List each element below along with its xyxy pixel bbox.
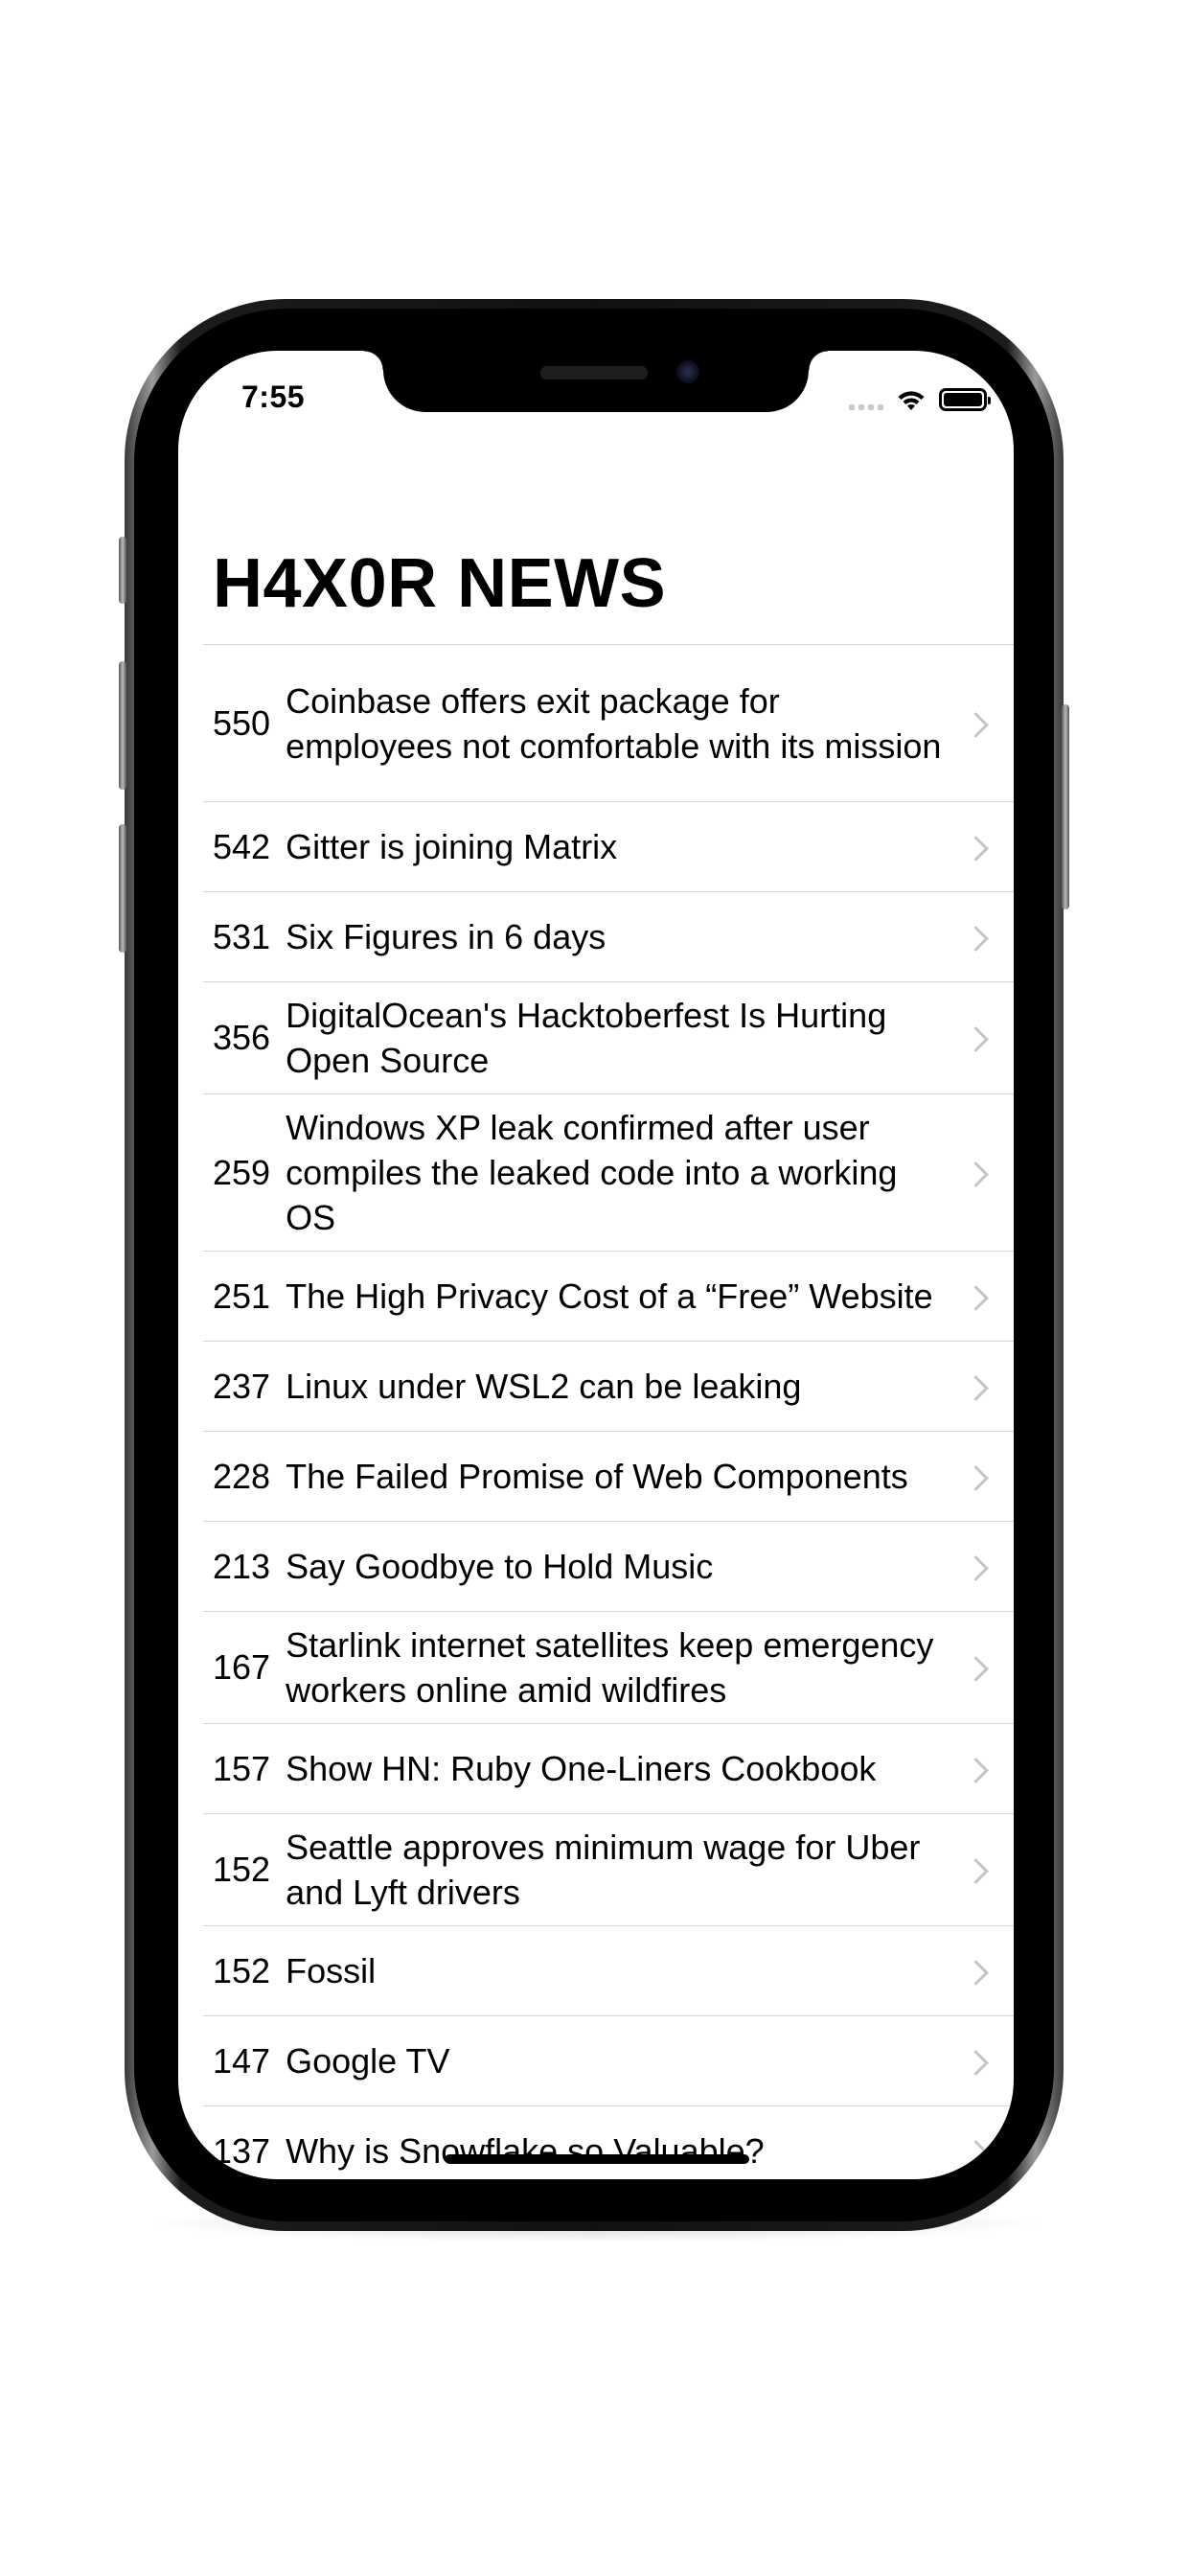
chevron-right-icon: [963, 1464, 989, 1491]
app-screen: 7:55 H4X0R NEWS 550 Coinbase offers exit…: [178, 351, 1014, 2179]
story-score: 356: [213, 1018, 271, 1057]
story-score: 251: [213, 1276, 271, 1316]
story-score: 228: [213, 1456, 271, 1496]
story-score: 167: [213, 1647, 271, 1687]
story-score: 259: [213, 1152, 271, 1192]
chevron-right-icon: [963, 1959, 989, 1986]
chevron-right-icon: [963, 2049, 989, 2076]
list-item[interactable]: 531 Six Figures in 6 days: [203, 891, 1014, 981]
notch: [364, 351, 828, 412]
story-score: 550: [213, 702, 271, 743]
chevron-right-icon: [963, 1026, 989, 1052]
story-score: 147: [213, 2040, 271, 2081]
chevron-right-icon: [963, 925, 989, 952]
story-score: 157: [213, 1748, 271, 1788]
story-title: The High Privacy Cost of a “Free” Websit…: [286, 1276, 933, 1316]
story-title: Google TV: [286, 2041, 450, 2081]
story-title: Linux under WSL2 can be leaking: [286, 1367, 802, 1406]
story-score: 542: [213, 826, 271, 866]
battery-icon: [939, 388, 991, 411]
story-title: DigitalOcean's Hacktoberfest Is Hurting …: [286, 996, 887, 1080]
chevron-right-icon: [963, 711, 989, 738]
list-item[interactable]: 213 Say Goodbye to Hold Music: [203, 1521, 1014, 1611]
story-title: Gitter is joining Matrix: [286, 827, 618, 866]
home-indicator[interactable]: [445, 2154, 749, 2164]
list-item[interactable]: 542 Gitter is joining Matrix: [203, 801, 1014, 891]
story-title: Why is Snowflake so Valuable?: [286, 2131, 765, 2171]
story-title: Show HN: Ruby One-Liners Cookbook: [286, 1749, 877, 1788]
list-item[interactable]: 147 Google TV: [203, 2015, 1014, 2105]
story-score: 531: [213, 916, 271, 956]
list-item[interactable]: 356 DigitalOcean's Hacktoberfest Is Hurt…: [203, 981, 1014, 1093]
power-button: [1062, 704, 1069, 909]
front-camera: [676, 360, 699, 383]
chevron-right-icon: [963, 1161, 989, 1187]
mute-switch: [119, 537, 126, 604]
earpiece-speaker: [540, 366, 648, 380]
list-item[interactable]: 228 The Failed Promise of Web Components: [203, 1431, 1014, 1521]
volume-down-button: [119, 824, 126, 953]
list-item[interactable]: 137 Why is Snowflake so Valuable?: [203, 2105, 1014, 2179]
status-icons: [849, 385, 991, 414]
list-item[interactable]: 237 Linux under WSL2 can be leaking: [203, 1341, 1014, 1431]
list-item[interactable]: 152 Seattle approves minimum wage for Ub…: [203, 1813, 1014, 1925]
story-title: Six Figures in 6 days: [286, 917, 606, 956]
story-title: Seattle approves minimum wage for Uber a…: [286, 1828, 921, 1912]
list-item[interactable]: 167 Starlink internet satellites keep em…: [203, 1611, 1014, 1723]
story-title: Coinbase offers exit package for employe…: [286, 680, 942, 766]
wifi-icon: [898, 391, 925, 410]
chevron-right-icon: [963, 1858, 989, 1884]
story-title: Fossil: [286, 1951, 377, 1990]
cellular-signal-icon: [849, 389, 883, 410]
story-score: 213: [213, 1546, 271, 1586]
chevron-right-icon: [963, 2139, 989, 2166]
chevron-right-icon: [963, 1284, 989, 1311]
status-time: 7:55: [241, 380, 306, 414]
story-score: 237: [213, 1366, 271, 1406]
chevron-right-icon: [963, 835, 989, 862]
list-item[interactable]: 152 Fossil: [203, 1925, 1014, 2015]
list-item[interactable]: 259 Windows XP leak confirmed after user…: [203, 1093, 1014, 1251]
volume-up-button: [119, 661, 126, 790]
chevron-right-icon: [963, 1656, 989, 1682]
chevron-right-icon: [963, 1554, 989, 1581]
story-score: 137: [213, 2130, 271, 2171]
story-title: Say Goodbye to Hold Music: [286, 1547, 714, 1586]
story-list: 550 Coinbase offers exit package for emp…: [203, 644, 1014, 2179]
list-item[interactable]: 157 Show HN: Ruby One-Liners Cookbook: [203, 1723, 1014, 1813]
chevron-right-icon: [963, 1374, 989, 1401]
story-title: The Failed Promise of Web Components: [286, 1457, 908, 1496]
story-title: Starlink internet satellites keep emerge…: [286, 1625, 934, 1710]
page-title: H4X0R NEWS: [213, 545, 667, 622]
list-item[interactable]: 550 Coinbase offers exit package for emp…: [203, 644, 1014, 801]
story-title: Windows XP leak confirmed after user com…: [286, 1108, 898, 1237]
chevron-right-icon: [963, 1757, 989, 1783]
story-score: 152: [213, 1850, 271, 1889]
list-item[interactable]: 251 The High Privacy Cost of a “Free” We…: [203, 1251, 1014, 1341]
story-score: 152: [213, 1950, 271, 1990]
